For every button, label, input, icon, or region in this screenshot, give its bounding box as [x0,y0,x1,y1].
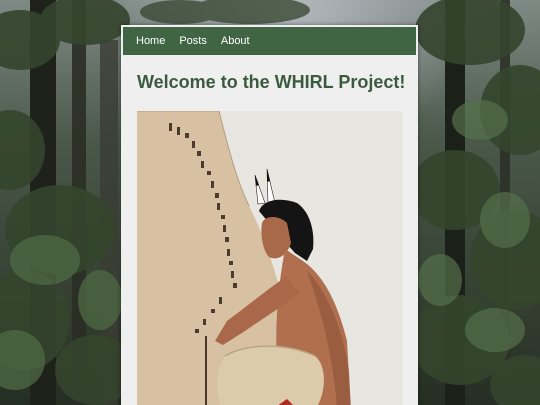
nav-posts-link[interactable]: Posts [179,27,207,55]
nav-home-link[interactable]: Home [136,27,165,55]
content-card: Home Posts About Welcome to the WHIRL Pr… [121,25,418,405]
page-title: Welcome to the WHIRL Project! [137,72,406,92]
nav-about-link[interactable]: About [221,27,250,55]
top-nav: Home Posts About [123,27,416,55]
hero-illustration [137,111,403,405]
